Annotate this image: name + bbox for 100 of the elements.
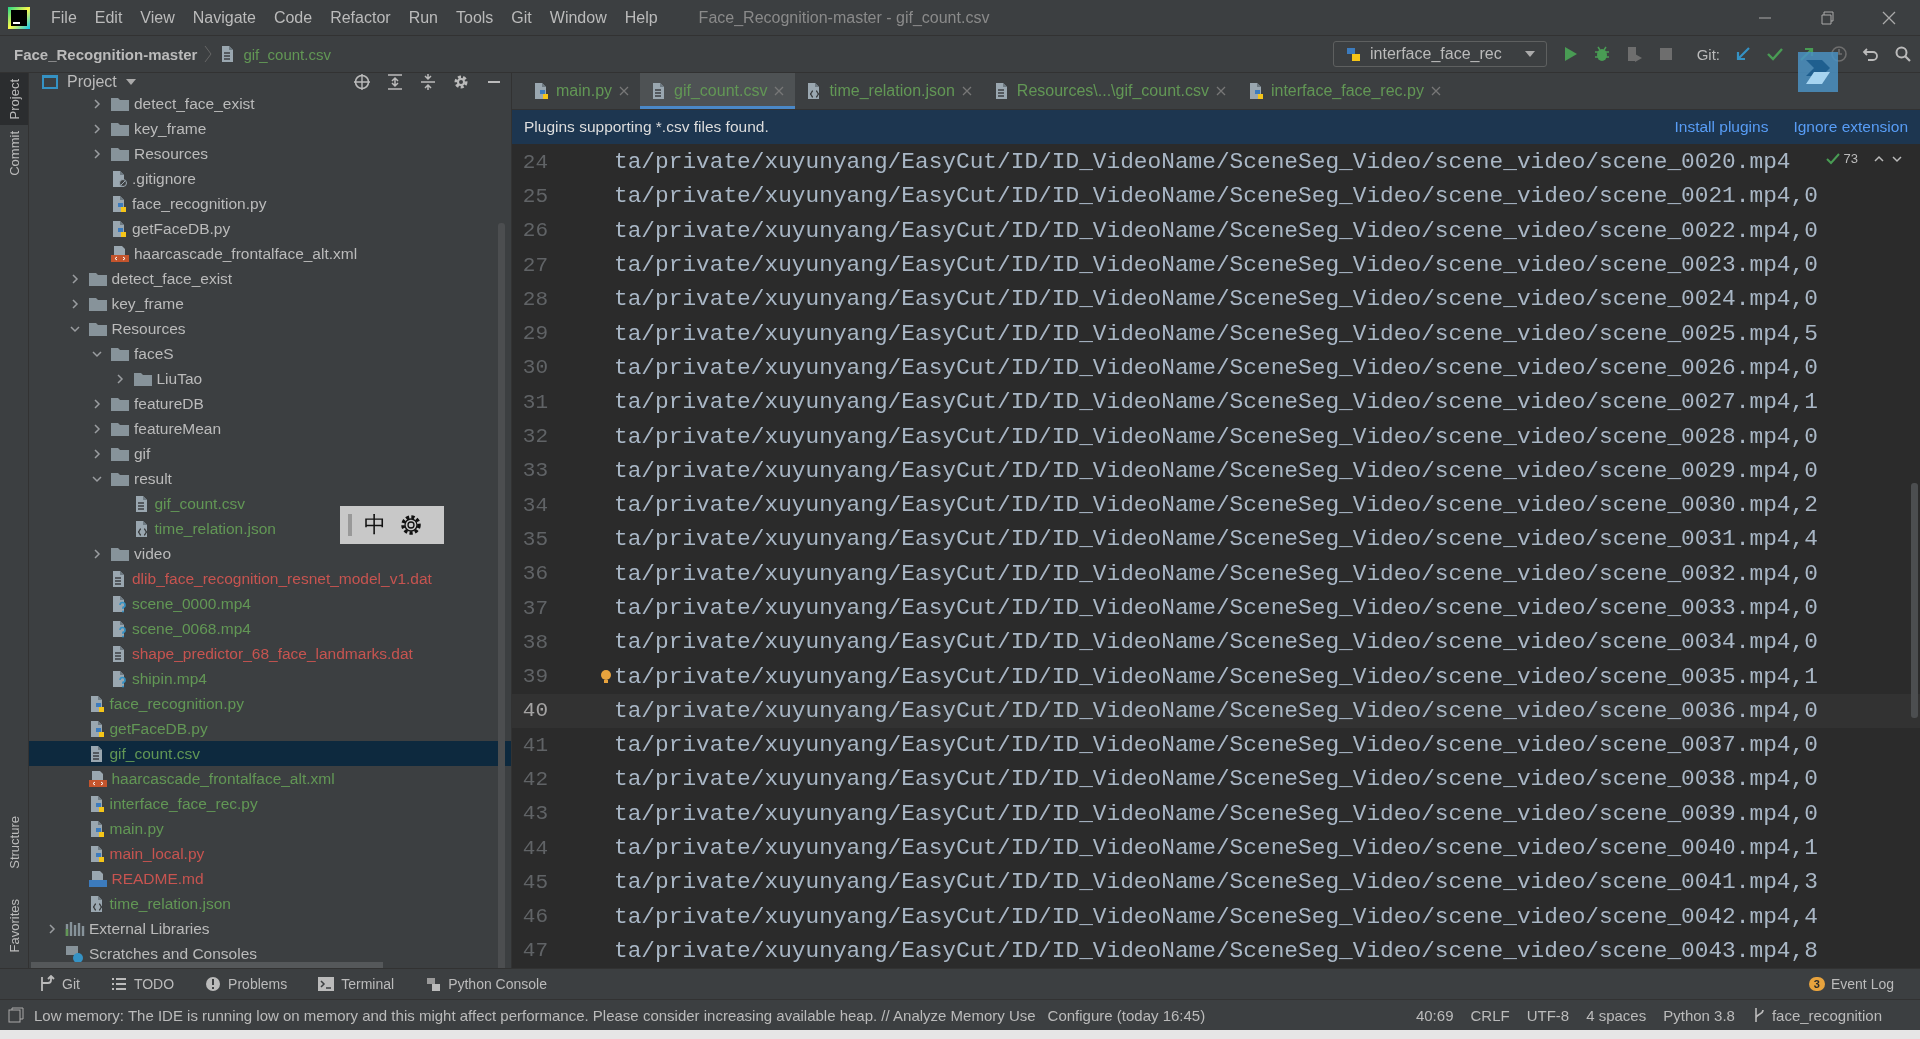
item-label: getFaceDB.py bbox=[132, 219, 231, 238]
line-number: 30 bbox=[521, 356, 548, 380]
tool-window-button[interactable]: Git bbox=[38, 975, 80, 993]
tree-item[interactable]: gif_count.csv bbox=[29, 491, 251, 516]
tree-item[interactable]: getFaceDB.py bbox=[29, 716, 214, 741]
collapse-all-icon[interactable] bbox=[419, 73, 437, 91]
tree-item[interactable]: haarcascade_frontalface_alt.xml bbox=[29, 241, 364, 266]
breadcrumb-item[interactable]: gif_count.csv bbox=[243, 45, 331, 63]
tree-item[interactable]: haarcascade_frontalface_alt.xml bbox=[29, 766, 341, 791]
editor-tab[interactable]: time_relation.json bbox=[795, 73, 983, 109]
tree-item[interactable]: .gitignore bbox=[29, 166, 202, 191]
side-tool-tab[interactable]: Commit bbox=[0, 125, 28, 183]
tool-window-button[interactable]: Python Console bbox=[424, 975, 547, 993]
status-item[interactable]: Python 3.8 bbox=[1663, 1006, 1735, 1024]
close-icon[interactable] bbox=[1214, 85, 1227, 97]
tool-window-button[interactable]: Terminal bbox=[317, 975, 395, 993]
tree-item[interactable]: interface_face_rec.py bbox=[29, 791, 264, 816]
expand-all-icon[interactable] bbox=[386, 73, 404, 91]
status-item[interactable]: 40:69 bbox=[1415, 1006, 1454, 1024]
lightbulb-icon[interactable] bbox=[600, 668, 612, 685]
scrollbar[interactable] bbox=[1911, 483, 1918, 718]
editor-tab[interactable]: interface_face_rec.py bbox=[1236, 73, 1452, 109]
side-tool-tab[interactable]: Project bbox=[0, 73, 28, 126]
settings-icon[interactable] bbox=[452, 73, 470, 91]
run-configuration-dropdown[interactable]: interface_face_rec bbox=[1333, 41, 1547, 67]
item-label: result bbox=[134, 469, 172, 488]
item-label: Resources bbox=[111, 319, 186, 338]
line-number: 38 bbox=[521, 630, 548, 654]
menu-item[interactable]: File bbox=[42, 8, 86, 27]
line-number: 39 bbox=[521, 665, 548, 689]
menu-item[interactable]: Code bbox=[264, 8, 322, 27]
menu-item[interactable]: Tools bbox=[447, 8, 503, 27]
banner-link[interactable]: Ignore extension bbox=[1793, 118, 1908, 136]
editor-tab[interactable]: Resources\...\gif_count.csv bbox=[982, 73, 1237, 109]
tree-item[interactable]: scene_0068.mp4 bbox=[29, 616, 257, 641]
close-icon[interactable] bbox=[1429, 85, 1442, 97]
panel-toggle-icon[interactable] bbox=[8, 1007, 24, 1023]
close-icon[interactable] bbox=[960, 85, 973, 97]
tree-item[interactable]: shipin.mp4 bbox=[29, 666, 213, 691]
tree-item[interactable]: External Libraries bbox=[29, 916, 216, 941]
tool-window-button[interactable]: Problems bbox=[204, 975, 288, 993]
restore-icon[interactable] bbox=[1818, 8, 1836, 27]
debug-icon[interactable] bbox=[1592, 45, 1611, 63]
menu-item[interactable]: Help bbox=[615, 8, 667, 27]
scrollbar[interactable] bbox=[31, 962, 383, 968]
menu-item[interactable]: Edit bbox=[85, 8, 132, 27]
settings-icon[interactable] bbox=[398, 512, 424, 538]
tree-item[interactable]: result bbox=[29, 466, 178, 491]
search-icon[interactable] bbox=[1894, 45, 1912, 63]
status-item[interactable]: 4 spaces bbox=[1586, 1006, 1647, 1024]
tree-item[interactable]: Resources bbox=[29, 316, 192, 341]
tree-item[interactable]: featureMean bbox=[29, 416, 228, 441]
tree-item[interactable]: face_recognition.py bbox=[29, 691, 250, 716]
tree-item[interactable]: face_recognition.py bbox=[29, 191, 273, 216]
tree-item[interactable]: time_relation.json bbox=[29, 516, 282, 541]
code-line: ta/private/xuyunyang/EasyCut/ID/ID_VideoName/SceneSeg_Video/scene_video/scene_0035.mp4,1 bbox=[614, 663, 1818, 690]
tree-item[interactable]: key_frame bbox=[29, 116, 213, 141]
tree-item[interactable]: detect_face_exist bbox=[29, 266, 239, 291]
code-line: ta/private/xuyunyang/EasyCut/ID/ID_VideoName/SceneSeg_Video/scene_video/scene_0032.mp4,0 bbox=[614, 560, 1818, 587]
tree-item[interactable]: main.py bbox=[29, 816, 170, 841]
tree-item[interactable]: faceS bbox=[29, 341, 180, 366]
status-item[interactable]: UTF-8 bbox=[1526, 1006, 1570, 1024]
configure-link[interactable]: Configure (today 16:45) bbox=[1047, 1006, 1206, 1024]
menu-item[interactable]: Git bbox=[502, 8, 541, 27]
close-icon[interactable] bbox=[618, 85, 631, 97]
tree-item[interactable]: Resources bbox=[29, 141, 215, 166]
side-tool-tab[interactable]: Structure bbox=[0, 809, 28, 875]
git-branch-widget[interactable]: face_recognition bbox=[1751, 1006, 1882, 1024]
tree-item[interactable]: getFaceDB.py bbox=[29, 216, 237, 241]
language-toggle[interactable]: 中 bbox=[364, 510, 386, 540]
tree-item[interactable]: video bbox=[29, 541, 178, 566]
project-view-dropdown[interactable]: Project bbox=[41, 73, 137, 91]
scrollbar[interactable] bbox=[498, 223, 505, 968]
tree-item[interactable]: gif_count.csv bbox=[29, 741, 511, 766]
breadcrumb-item[interactable]: Face_Recognition-master bbox=[14, 45, 198, 63]
status-item[interactable]: CRLF bbox=[1470, 1006, 1510, 1024]
tree-item[interactable]: detect_face_exist bbox=[29, 91, 261, 116]
menu-item[interactable]: Window bbox=[540, 8, 616, 27]
tree-item[interactable]: key_frame bbox=[29, 291, 190, 316]
banner-link[interactable]: Install plugins bbox=[1674, 118, 1769, 136]
side-tool-tab[interactable]: Favorites bbox=[0, 892, 28, 958]
locate-icon[interactable] bbox=[353, 73, 371, 91]
menu-item[interactable]: Run bbox=[399, 8, 447, 27]
folder-icon bbox=[110, 545, 130, 562]
menu-item[interactable]: View bbox=[131, 8, 184, 27]
tree-item[interactable]: scene_0000.mp4 bbox=[29, 591, 257, 616]
tool-window-button[interactable]: TODO bbox=[109, 975, 175, 993]
tree-item[interactable]: time_relation.json bbox=[29, 891, 237, 916]
tree-item[interactable]: featureDB bbox=[29, 391, 210, 416]
tree-item[interactable]: Scratches and Consoles bbox=[29, 941, 263, 966]
menu-item[interactable]: Refactor bbox=[321, 8, 400, 27]
plugin-logo-icon[interactable] bbox=[1798, 52, 1838, 92]
menu-item[interactable]: Navigate bbox=[183, 8, 265, 27]
update-icon[interactable] bbox=[1734, 45, 1752, 63]
tree-item[interactable]: gif bbox=[29, 441, 157, 466]
editor-tab[interactable]: main.py bbox=[522, 73, 641, 109]
tree-item[interactable]: LiuTao bbox=[29, 366, 209, 391]
undo-icon[interactable] bbox=[1862, 45, 1880, 63]
status-message: Low memory: The IDE is running low on memory and this might affect performance. Please consider increasing available heap. // Analyze Memory Use bbox=[34, 1006, 1036, 1024]
tool-window-button[interactable]: 3 Event Log bbox=[1808, 976, 1894, 992]
